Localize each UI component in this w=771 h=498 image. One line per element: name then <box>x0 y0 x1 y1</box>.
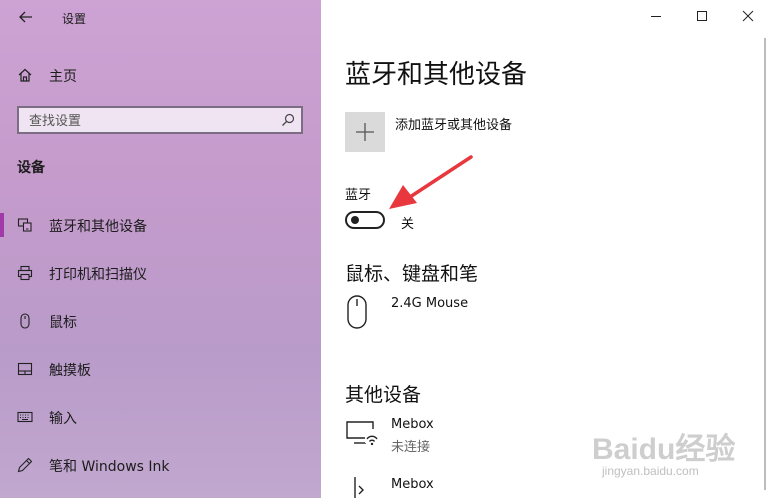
minimize-icon <box>651 16 661 17</box>
sidebar-item-mouse[interactable]: 鼠标 <box>0 301 321 341</box>
touchpad-icon <box>17 362 33 376</box>
device-name[interactable]: Mebox <box>391 477 434 492</box>
maximize-button[interactable] <box>679 0 725 32</box>
close-button[interactable] <box>725 0 771 32</box>
sidebar-item-printers[interactable]: 打印机和扫描仪 <box>0 253 321 293</box>
sidebar-item-label: 触摸板 <box>49 363 91 379</box>
sidebar-item-label: 主页 <box>49 69 77 85</box>
network-display-icon <box>346 421 378 446</box>
pen-icon <box>17 457 33 473</box>
bluetooth-label: 蓝牙 <box>345 188 372 203</box>
device-name[interactable]: Mebox <box>391 417 434 432</box>
watermark-brand: Baidu经验 <box>592 433 736 466</box>
bluetooth-toggle[interactable] <box>345 211 385 229</box>
search-input[interactable] <box>27 111 271 131</box>
minimize-button[interactable] <box>633 0 679 32</box>
printer-icon <box>17 265 33 281</box>
plus-icon <box>356 123 374 141</box>
search-box[interactable] <box>17 106 303 134</box>
sidebar-item-label: 鼠标 <box>49 315 77 331</box>
phone-device-icon <box>354 477 364 498</box>
other-section-title: 其他设备 <box>345 384 422 406</box>
sidebar-item-touchpad[interactable]: 触摸板 <box>0 349 321 389</box>
settings-window: 设置 主页 设备 蓝牙和其他设备 <box>0 0 771 498</box>
keyboard-icon <box>17 411 33 423</box>
device-status: 未连接 <box>391 440 431 455</box>
search-icon[interactable] <box>281 113 295 127</box>
back-button[interactable] <box>12 6 40 28</box>
sidebar-item-label: 输入 <box>49 411 77 427</box>
sidebar-item-label: 蓝牙和其他设备 <box>49 219 147 235</box>
add-device-button[interactable] <box>345 112 385 152</box>
home-icon <box>18 68 32 82</box>
close-icon <box>742 10 754 22</box>
bluetooth-devices-icon <box>17 218 32 232</box>
add-device-label[interactable]: 添加蓝牙或其他设备 <box>395 114 512 133</box>
device-name[interactable]: 2.4G Mouse <box>391 296 468 311</box>
toggle-knob <box>351 216 359 224</box>
sidebar-item-typing[interactable]: 输入 <box>0 397 321 437</box>
sidebar-item-pen[interactable]: 笔和 Windows Ink <box>0 445 321 485</box>
page-title: 蓝牙和其他设备 <box>345 60 528 90</box>
title-bar: 设置 <box>0 0 321 34</box>
section-title: 设备 <box>17 160 45 176</box>
sidebar-item-label: 打印机和扫描仪 <box>49 267 147 283</box>
sidebar-item-label: 笔和 Windows Ink <box>49 459 170 475</box>
mouse-section-title: 鼠标、键盘和笔 <box>345 263 479 285</box>
maximize-icon <box>697 11 707 21</box>
bluetooth-state-label: 关 <box>401 217 415 232</box>
sidebar: 设置 主页 设备 蓝牙和其他设备 <box>0 0 321 498</box>
mouse-icon <box>20 313 30 329</box>
sidebar-item-home[interactable]: 主页 <box>0 60 321 90</box>
mouse-icon <box>347 295 367 329</box>
watermark: Baidu经验 jingyan.baidu.com <box>592 424 762 494</box>
sidebar-item-bluetooth[interactable]: 蓝牙和其他设备 <box>0 205 321 245</box>
scrollbar-thumb[interactable] <box>764 38 766 490</box>
back-arrow-icon <box>19 11 32 23</box>
app-title: 设置 <box>62 12 87 26</box>
watermark-url: jingyan.baidu.com <box>602 464 699 478</box>
annotation-arrow-icon <box>389 155 473 209</box>
